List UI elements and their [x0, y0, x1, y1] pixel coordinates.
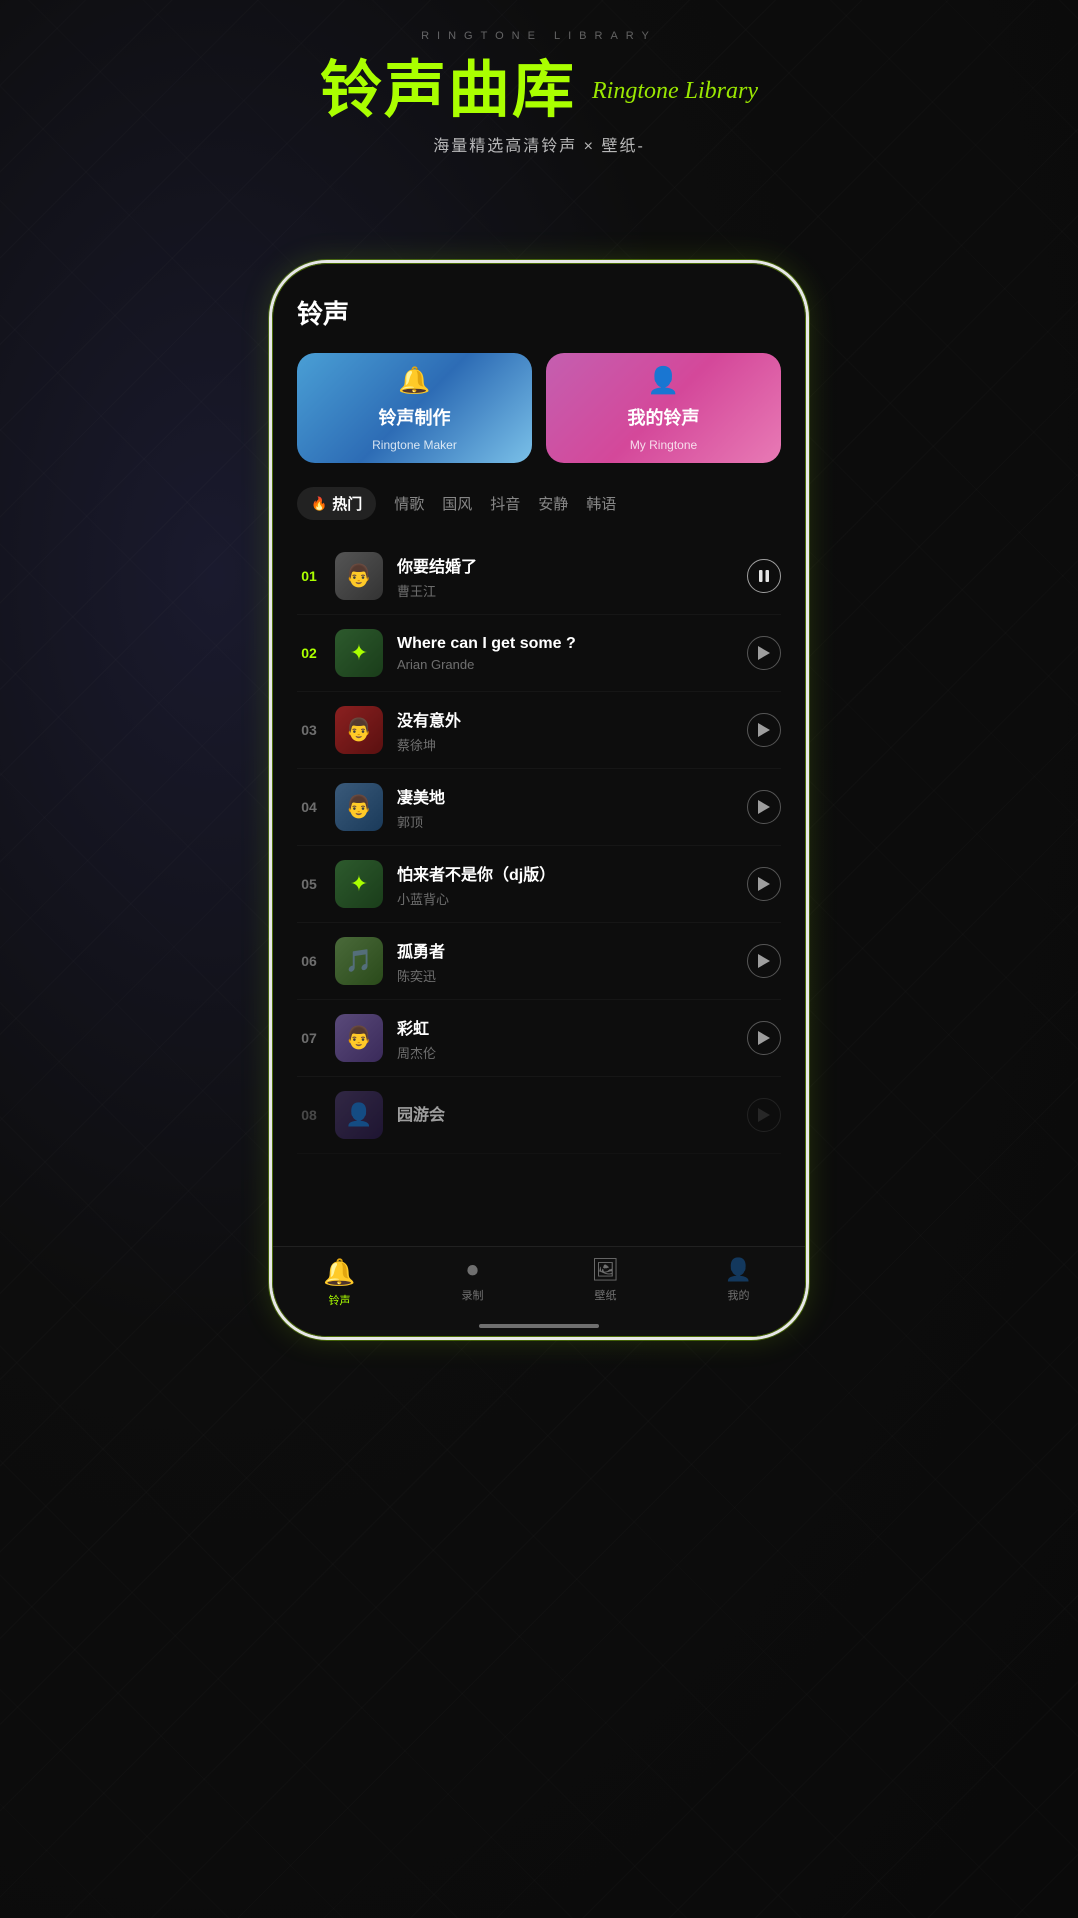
song-number: 03	[297, 722, 321, 738]
song-info: Where can I get some ? Arian Grande	[397, 635, 733, 672]
song-info: 园游会	[397, 1101, 733, 1129]
ringtone-nav-label: 铃声	[329, 1292, 351, 1308]
nav-record[interactable]: ⏺ 录制	[406, 1257, 539, 1303]
song-name: 园游会	[397, 1101, 733, 1125]
song-thumbnail: 👨	[335, 1014, 383, 1062]
phone-frame: 铃声 🔔 铃声制作 Ringtone Maker 👤 我的铃声 My Ringt…	[269, 260, 809, 1340]
tab-quiet[interactable]: 安静	[538, 489, 568, 518]
ringtone-nav-icon: 🔔	[323, 1257, 355, 1288]
tab-douyin[interactable]: 抖音	[490, 489, 520, 518]
play-button[interactable]	[747, 944, 781, 978]
song-number: 07	[297, 1030, 321, 1046]
song-artist: 蔡徐坤	[397, 735, 733, 754]
song-item: 08 👤 园游会	[297, 1077, 781, 1154]
mine-nav-icon: 👤	[725, 1257, 752, 1283]
song-thumbnail: 👨	[335, 783, 383, 831]
play-button[interactable]	[747, 1021, 781, 1055]
play-button[interactable]	[747, 636, 781, 670]
record-nav-icon: ⏺	[467, 1257, 478, 1283]
song-name: 你要结婚了	[397, 553, 733, 577]
song-thumbnail: 👨	[335, 706, 383, 754]
song-name: 怕来者不是你（dj版）	[397, 861, 733, 885]
record-nav-label: 录制	[462, 1287, 484, 1303]
song-item: 01 👨 你要结婚了 曹王江	[297, 538, 781, 615]
play-button[interactable]	[747, 790, 781, 824]
play-button[interactable]	[747, 867, 781, 901]
header-subtitle: RINGTONE LIBRARY	[0, 30, 1078, 42]
my-ringtone-title-en: My Ringtone	[630, 438, 697, 452]
bottom-nav: 🔔 铃声 ⏺ 录制 🖼 壁纸 👤 我的	[273, 1246, 805, 1336]
nav-wallpaper[interactable]: 🖼 壁纸	[539, 1257, 672, 1303]
mine-nav-label: 我的	[728, 1287, 750, 1303]
nav-ringtone[interactable]: 🔔 铃声	[273, 1257, 406, 1308]
screen-title: 铃声	[297, 294, 781, 331]
song-item: 03 👨 没有意外 蔡徐坤	[297, 692, 781, 769]
person-icon: 👤	[647, 365, 679, 396]
song-artist: 曹王江	[397, 581, 733, 600]
category-tabs: 🔥 热门 情歌 国风 抖音 安静 韩语	[297, 487, 781, 520]
song-name: Where can I get some ?	[397, 635, 733, 653]
fire-icon: 🔥	[311, 496, 327, 512]
my-ringtone-card[interactable]: 👤 我的铃声 My Ringtone	[546, 353, 781, 463]
song-artist: 周杰伦	[397, 1043, 733, 1062]
song-number: 06	[297, 953, 321, 969]
header: RINGTONE LIBRARY 铃声曲库 Ringtone Library 海…	[0, 30, 1078, 156]
song-thumbnail: ✦	[335, 629, 383, 677]
song-name: 没有意外	[397, 707, 733, 731]
song-thumbnail: ✦	[335, 860, 383, 908]
song-number: 08	[297, 1107, 321, 1123]
screen: 铃声 🔔 铃声制作 Ringtone Maker 👤 我的铃声 My Ringt…	[273, 264, 805, 1246]
tab-chinese[interactable]: 国风	[442, 489, 472, 518]
ringtone-maker-card[interactable]: 🔔 铃声制作 Ringtone Maker	[297, 353, 532, 463]
song-artist: 小蓝背心	[397, 889, 733, 908]
song-thumbnail: 👨	[335, 552, 383, 600]
header-title-row: 铃声曲库 Ringtone Library	[0, 60, 1078, 122]
song-item: 02 ✦ Where can I get some ? Arian Grande	[297, 615, 781, 692]
song-artist: Arian Grande	[397, 657, 733, 672]
ringtone-maker-title-en: Ringtone Maker	[372, 438, 457, 452]
song-info: 没有意外 蔡徐坤	[397, 707, 733, 754]
header-title-cn: 铃声曲库	[320, 60, 576, 122]
song-item: 06 🎵 孤勇者 陈奕迅	[297, 923, 781, 1000]
song-thumbnail: 🎵	[335, 937, 383, 985]
song-name: 孤勇者	[397, 938, 733, 962]
song-item: 05 ✦ 怕来者不是你（dj版） 小蓝背心	[297, 846, 781, 923]
phone-inner: 铃声 🔔 铃声制作 Ringtone Maker 👤 我的铃声 My Ringt…	[272, 263, 806, 1337]
song-artist: 陈奕迅	[397, 966, 733, 985]
song-thumbnail: 👤	[335, 1091, 383, 1139]
song-item: 04 👨 凄美地 郭顶	[297, 769, 781, 846]
header-desc: 海量精选高清铃声 × 壁纸-	[0, 132, 1078, 156]
play-button[interactable]	[747, 1098, 781, 1132]
wallpaper-nav-icon: 🖼	[592, 1257, 620, 1283]
ringtone-maker-title-cn: 铃声制作	[379, 404, 451, 430]
tab-hot[interactable]: 🔥 热门	[297, 487, 376, 520]
tab-korean[interactable]: 韩语	[586, 489, 616, 518]
song-number: 04	[297, 799, 321, 815]
nav-mine[interactable]: 👤 我的	[672, 1257, 805, 1303]
song-item: 07 👨 彩虹 周杰伦	[297, 1000, 781, 1077]
song-info: 怕来者不是你（dj版） 小蓝背心	[397, 861, 733, 908]
play-button[interactable]	[747, 713, 781, 747]
song-number: 05	[297, 876, 321, 892]
wallpaper-nav-label: 壁纸	[595, 1287, 617, 1303]
bell-icon: 🔔	[398, 365, 430, 396]
song-info: 孤勇者 陈奕迅	[397, 938, 733, 985]
song-info: 凄美地 郭顶	[397, 784, 733, 831]
my-ringtone-title-cn: 我的铃声	[628, 404, 700, 430]
pause-button[interactable]	[747, 559, 781, 593]
song-info: 彩虹 周杰伦	[397, 1015, 733, 1062]
header-title-en: Ringtone Library	[592, 78, 758, 105]
cards-row: 🔔 铃声制作 Ringtone Maker 👤 我的铃声 My Ringtone	[297, 353, 781, 463]
tab-love[interactable]: 情歌	[394, 489, 424, 518]
song-name: 凄美地	[397, 784, 733, 808]
song-name: 彩虹	[397, 1015, 733, 1039]
song-number: 02	[297, 645, 321, 661]
song-info: 你要结婚了 曹王江	[397, 553, 733, 600]
home-indicator	[479, 1324, 599, 1328]
song-number: 01	[297, 568, 321, 584]
song-list: 01 👨 你要结婚了 曹王江	[297, 538, 781, 1154]
song-artist: 郭顶	[397, 812, 733, 831]
